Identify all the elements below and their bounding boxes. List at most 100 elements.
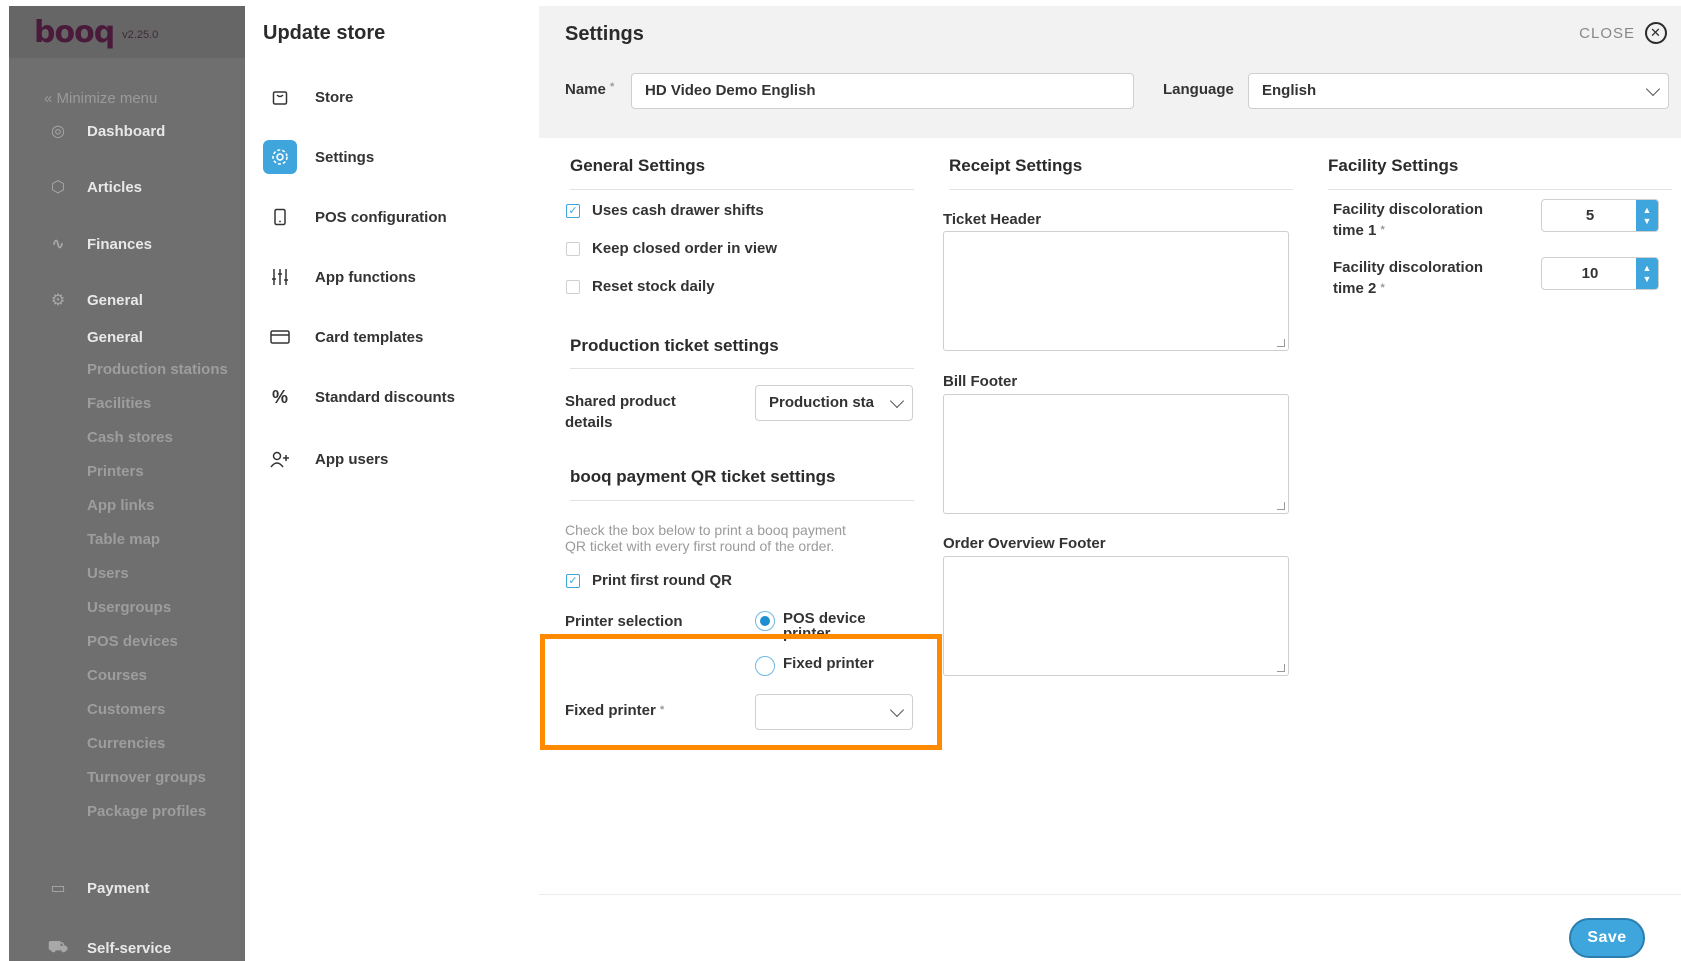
ticket-header-textarea[interactable] [943, 231, 1289, 351]
store-nav-label: Settings [315, 148, 375, 166]
label-line: Facility discoloration [1333, 259, 1484, 276]
checkbox-checked-icon: ✓ [566, 203, 580, 218]
qr-help-text: Check the box below to print a booq paym… [565, 522, 846, 554]
number-value: 5 [1585, 207, 1595, 224]
settings-panel: Settings CLOSE ✕ Name * HD Video Demo En… [539, 6, 1681, 961]
store-nav-pos-configuration[interactable]: POS configuration [263, 200, 447, 234]
sidebar-sub-table-map[interactable]: Table map [87, 531, 160, 548]
checkbox-label: Uses cash drawer shifts [592, 202, 764, 219]
bag-icon [263, 80, 297, 114]
order-overview-footer-textarea[interactable] [943, 556, 1289, 676]
sidebar-sub-printers[interactable]: Printers [87, 463, 144, 480]
uses-cash-drawer-shifts-checkbox[interactable]: ✓ Uses cash drawer shifts [566, 202, 764, 219]
language-select[interactable]: English [1248, 73, 1669, 109]
sidebar-item-label: Articles [87, 178, 143, 196]
chevron-down-icon [889, 393, 905, 409]
label-text: time 1 [1333, 222, 1377, 239]
store-nav-label: App users [315, 450, 389, 468]
sidebar-item-label: Self-service [87, 939, 172, 957]
sidebar-item-general[interactable]: ⚙ General [47, 289, 143, 311]
store-nav-settings[interactable]: Settings [263, 140, 374, 174]
sidebar-item-finances[interactable]: ∿ Finances [47, 233, 152, 255]
name-label-text: Name [565, 81, 606, 98]
label-line: details [565, 414, 613, 431]
facility-time-2-input[interactable]: 10 ▲ ▼ [1541, 257, 1659, 290]
sidebar-sub-usergroups[interactable]: Usergroups [87, 599, 171, 616]
resize-grip-icon[interactable] [1277, 502, 1285, 510]
app-sidebar: booq v2.25.0 « Minimize menu ◎ Dashboard… [9, 6, 245, 961]
label-line: Facility discoloration [1333, 201, 1484, 218]
stepper-icon[interactable]: ▲ ▼ [1636, 200, 1658, 231]
language-label: Language [1163, 81, 1234, 98]
checkbox-label: Keep closed order in view [592, 240, 778, 257]
sidebar-sub-production-stations[interactable]: Production stations [87, 361, 228, 378]
sidebar-item-dashboard[interactable]: ◎ Dashboard [47, 120, 165, 142]
store-nav-label: Store [315, 88, 354, 106]
sidebar-sub-users[interactable]: Users [87, 565, 129, 582]
shared-product-details-label: Shared product details [565, 391, 676, 433]
sidebar-item-label: General [87, 291, 143, 309]
sidebar-sub-turnover-groups[interactable]: Turnover groups [87, 769, 206, 786]
store-nav-card-templates[interactable]: Card templates [263, 320, 423, 354]
booq-logo[interactable]: booq [34, 15, 115, 50]
shared-product-details-select[interactable]: Production sta [755, 385, 913, 421]
printer-selection-label: Printer selection [565, 613, 683, 630]
user-plus-icon [263, 442, 297, 476]
sidebar-item-label: Payment [87, 879, 150, 897]
sidebar-sub-package-profiles[interactable]: Package profiles [87, 803, 206, 820]
resize-grip-icon[interactable] [1277, 339, 1285, 347]
keep-closed-order-checkbox[interactable]: Keep closed order in view [566, 240, 777, 257]
bill-footer-textarea[interactable] [943, 394, 1289, 514]
settings-header: Settings CLOSE ✕ Name * HD Video Demo En… [539, 6, 1681, 138]
sidebar-item-payment[interactable]: ▭ Payment [47, 877, 150, 899]
facility-time-1-label: Facility discoloration time 1 * [1333, 199, 1483, 241]
language-value: English [1262, 82, 1317, 99]
store-nav-standard-discounts[interactable]: % Standard discounts [263, 380, 455, 414]
store-nav-app-users[interactable]: App users [263, 442, 388, 476]
sidebar-sub-cash-stores[interactable]: Cash stores [87, 429, 173, 446]
facility-time-1-input[interactable]: 5 ▲ ▼ [1541, 199, 1659, 232]
production-ticket-title: Production ticket settings [570, 336, 779, 355]
sidebar-item-self-service[interactable]: ⛟ Self-service [47, 937, 171, 959]
sidebar-item-articles[interactable]: ⬡ Articles [47, 176, 142, 198]
sidebar-sub-currencies[interactable]: Currencies [87, 735, 165, 752]
receipt-settings-title: Receipt Settings [949, 156, 1083, 175]
sidebar-item-label: Dashboard [87, 122, 166, 140]
reset-stock-daily-checkbox[interactable]: Reset stock daily [566, 278, 715, 295]
stepper-icon[interactable]: ▲ ▼ [1636, 258, 1658, 289]
sidebar-sub-courses[interactable]: Courses [87, 667, 147, 684]
card-icon [263, 320, 297, 354]
resize-grip-icon[interactable] [1277, 664, 1285, 672]
order-overview-footer-label: Order Overview Footer [943, 535, 1106, 552]
store-nav-app-functions[interactable]: App functions [263, 260, 416, 294]
sidebar-sub-app-links[interactable]: App links [87, 497, 155, 514]
sliders-icon [263, 260, 297, 294]
sidebar-sub-customers[interactable]: Customers [87, 701, 165, 718]
pulse-icon: ∿ [51, 236, 65, 253]
print-first-round-qr-checkbox[interactable]: ✓ Print first round QR [566, 572, 732, 589]
store-nav-label: Standard discounts [315, 388, 456, 406]
store-nav-store[interactable]: Store [263, 80, 353, 114]
divider [570, 500, 914, 501]
sidebar-sub-general[interactable]: General [87, 329, 143, 346]
ticket-header-label: Ticket Header [943, 211, 1042, 228]
required-marker: * [1380, 282, 1385, 294]
number-value: 10 [1581, 265, 1599, 282]
compass-icon: ◎ [51, 123, 65, 140]
sidebar-sub-facilities[interactable]: Facilities [87, 395, 151, 412]
save-button[interactable]: Save [1569, 918, 1645, 958]
label-text: time 2 [1333, 280, 1377, 297]
divider [570, 189, 914, 190]
radio-selected-icon [755, 611, 775, 631]
label-line: time 1 * [1333, 220, 1483, 241]
store-nav-label: Card templates [315, 328, 424, 346]
name-label: Name * [565, 81, 614, 98]
logo-bar: booq v2.25.0 [9, 6, 245, 58]
sidebar-item-label: Finances [87, 235, 153, 253]
sidebar-sub-pos-devices[interactable]: POS devices [87, 633, 178, 650]
general-settings-title: General Settings [570, 156, 706, 175]
help-line: Check the box below to print a booq paym… [565, 522, 846, 538]
name-input[interactable]: HD Video Demo English [631, 73, 1134, 109]
minimize-menu-button[interactable]: « Minimize menu [44, 90, 157, 107]
close-button[interactable]: CLOSE ✕ [1579, 22, 1667, 44]
